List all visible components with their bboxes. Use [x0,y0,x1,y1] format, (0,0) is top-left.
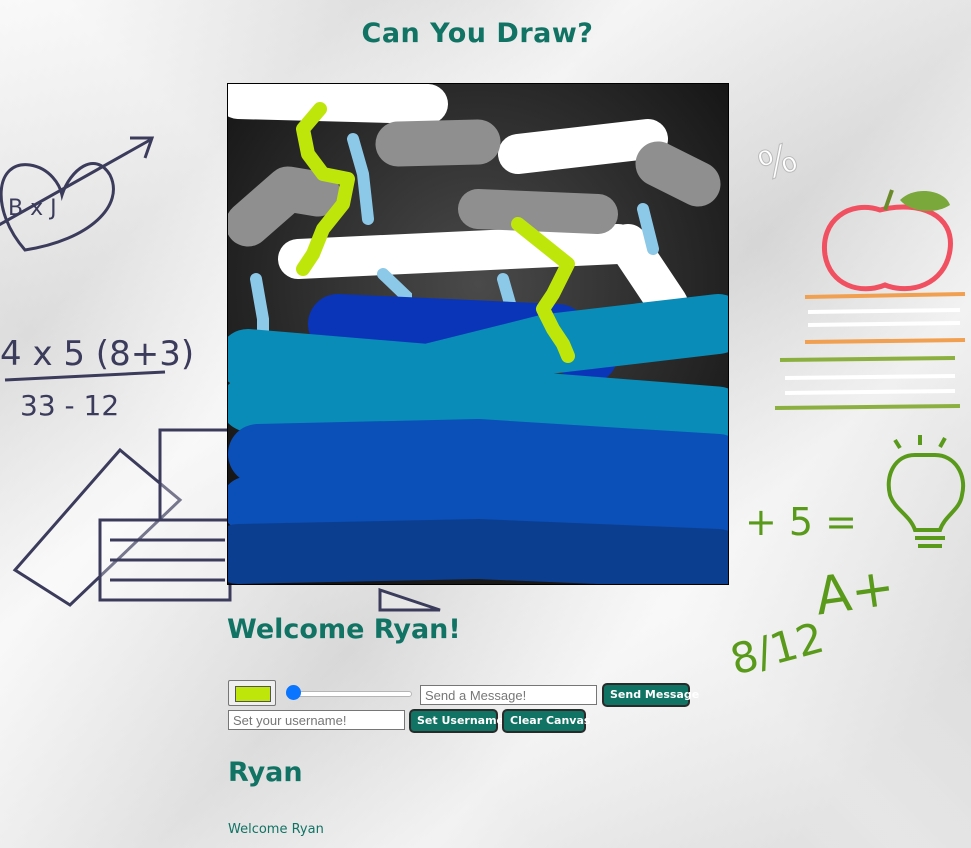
equation-doodle: + 5 = [745,500,857,544]
canvas-drawing [228,84,728,584]
send-message-button[interactable]: Send Message [602,683,699,707]
welcome-heading: Welcome Ryan! [227,614,461,645]
color-swatch [235,686,271,702]
username-input[interactable] [228,710,405,730]
slider-track [286,691,412,697]
percent-text: % [752,134,803,190]
slider-thumb[interactable] [286,685,301,700]
apple-doodle [774,189,966,410]
grade-text: A+ [812,557,899,627]
grade-doodle: A+ 8/12 [725,557,898,684]
set-username-button[interactable]: Set Username [409,709,504,733]
heart-text: B x J [8,196,57,221]
username-heading: Ryan [228,757,303,788]
equation-text: + 5 = [745,500,857,544]
math-line2: 33 - 12 [20,389,119,422]
page-title: Can You Draw? [361,18,594,49]
brush-size-slider[interactable] [284,685,412,701]
lightbulb-doodle [886,435,966,548]
clear-canvas-button[interactable]: Clear Canvas [502,709,590,733]
heart-doodle: B x J [0,136,155,252]
drawing-canvas[interactable] [227,83,729,585]
wave-strokes [228,294,728,584]
math-line1: 4 x 5 (8+3) [0,334,194,374]
percent-doodle: % [752,134,804,191]
color-picker[interactable] [228,680,276,706]
math-doodle: 4 x 5 (8+3) 33 - 12 [0,334,194,422]
message-input[interactable] [420,685,597,705]
chat-message: Welcome Ryan [228,822,324,837]
fraction-text: 8/12 [725,613,829,685]
